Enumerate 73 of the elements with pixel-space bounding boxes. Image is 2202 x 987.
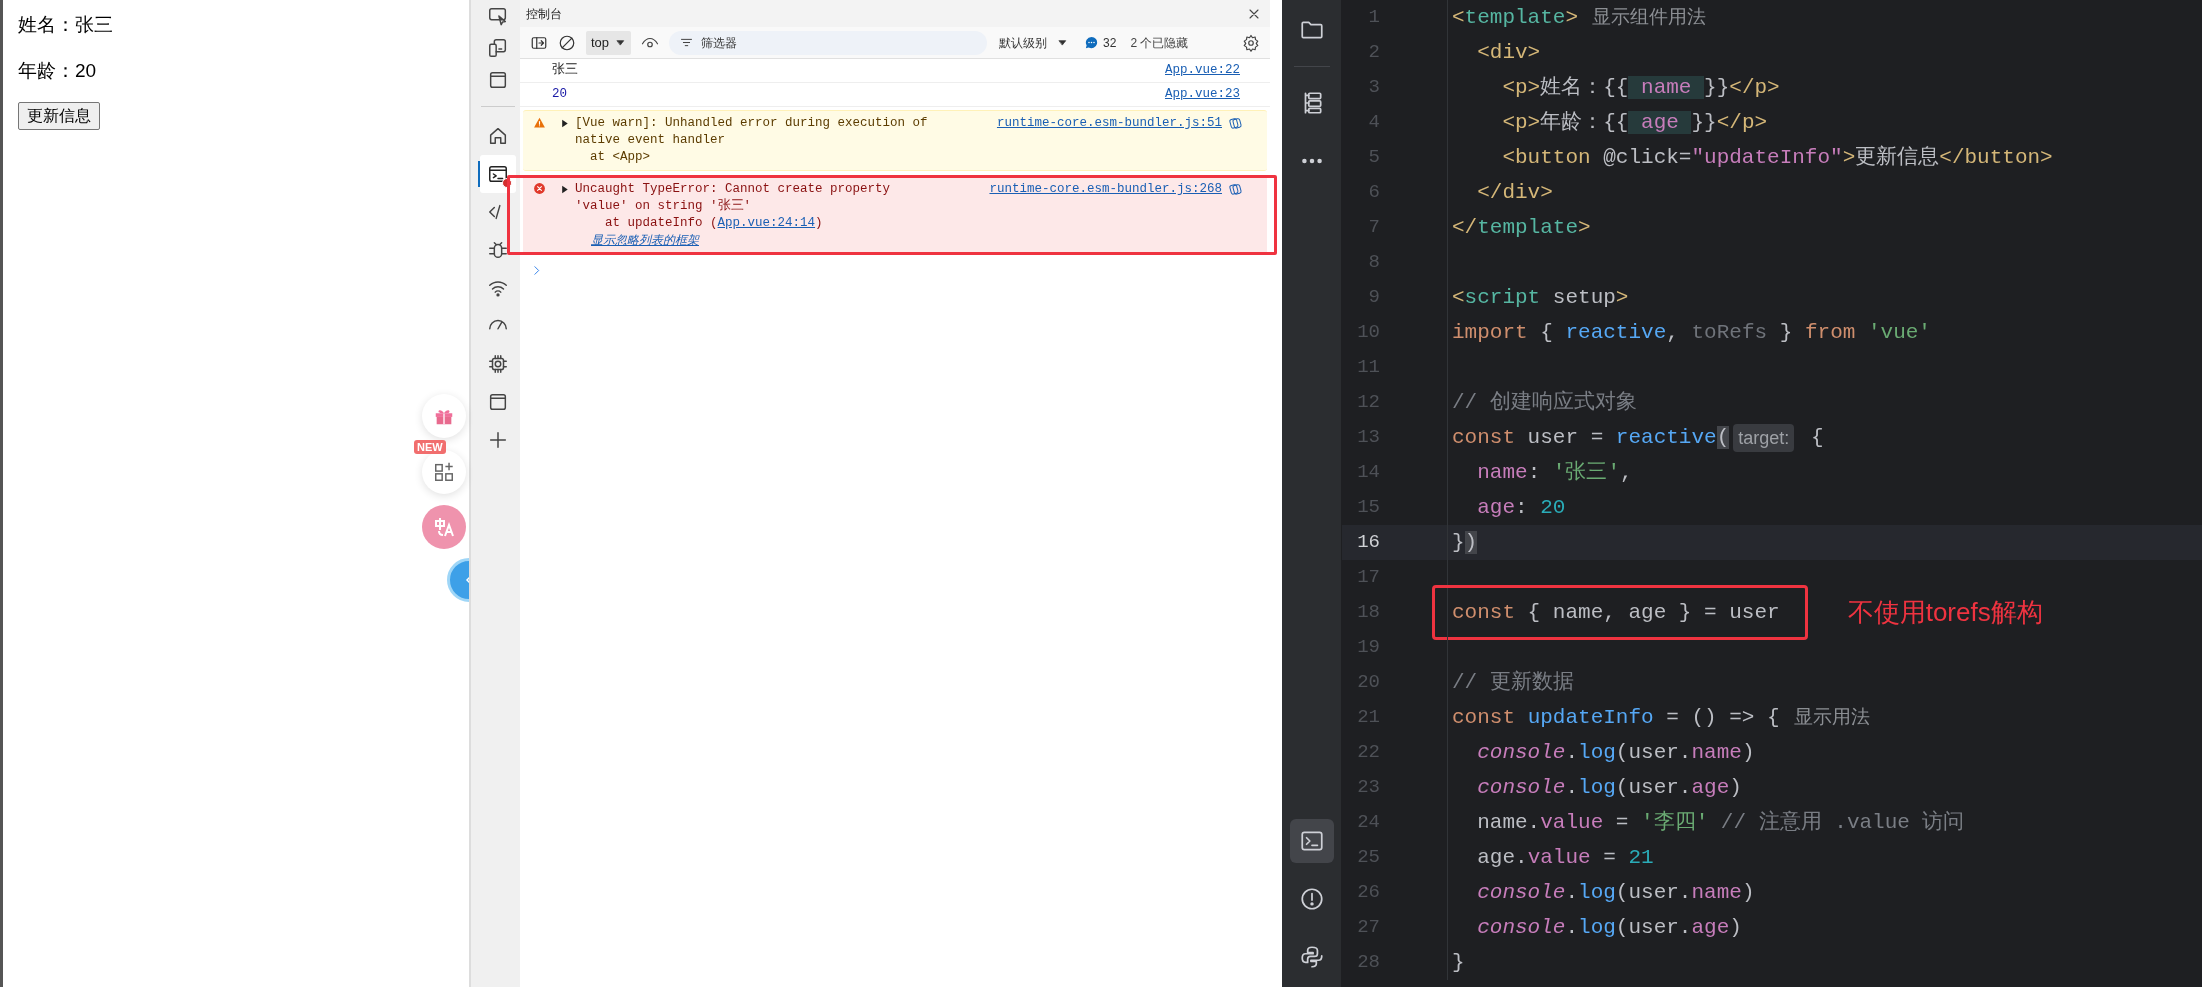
bug-icon[interactable] <box>486 239 509 261</box>
code-text: age.value = 21 <box>1476 844 1654 871</box>
code-text: <script setup> <box>1452 284 1629 311</box>
panel-title: 控制台 <box>526 5 562 23</box>
message-icon <box>1084 35 1100 50</box>
error-icon <box>532 182 546 195</box>
settings-icon[interactable] <box>1242 33 1260 52</box>
code-text: <p>姓名：{{ name }}</p> <box>1501 74 1780 101</box>
update-button[interactable]: 更新信息 <box>18 102 100 130</box>
python-icon[interactable] <box>1298 944 1325 970</box>
apps-icon <box>433 461 455 483</box>
code-text: </div> <box>1476 179 1553 206</box>
translate-icon <box>432 515 456 539</box>
chip-icon[interactable] <box>486 353 509 375</box>
caret-icon <box>1057 37 1069 48</box>
expand-triangle-icon[interactable] <box>559 184 570 195</box>
code-text: import { reactive, toRefs } from 'vue' <box>1452 319 1931 346</box>
source-link[interactable]: App.vue:22 <box>1165 62 1240 79</box>
code-text: }) <box>1452 529 1478 556</box>
floating-apps-button[interactable] <box>422 450 466 494</box>
clear-icon[interactable] <box>558 33 576 52</box>
source-link[interactable]: runtime-core.esm-bundler.js:51 <box>996 115 1222 132</box>
code-text: } <box>1452 949 1465 976</box>
code-text: <template> <box>1452 4 1579 31</box>
expand-triangle-icon[interactable] <box>559 118 570 129</box>
message-text: Uncaught TypeError: Cannot create property 'value' on string '张三' at updateInfo (App.vue:24:14) <box>575 181 891 232</box>
code-text: </template> <box>1452 214 1591 241</box>
inlay-hint: 显示用法 <box>1793 705 1870 730</box>
code-text: // 创建响应式对象 <box>1452 389 1637 416</box>
warning-circle-icon[interactable] <box>1298 886 1325 912</box>
code-text: console.log(user.age) <box>1476 774 1742 801</box>
code-text: age: 20 <box>1476 494 1566 521</box>
message-count: 32 <box>1103 34 1117 52</box>
explain-icon[interactable] <box>1228 116 1243 131</box>
device-icon[interactable] <box>486 37 509 59</box>
inlay-hint: 显示组件用法 <box>1592 5 1707 30</box>
message-text: 20 <box>552 86 567 103</box>
ignore-list-link[interactable]: 显示忽略列表的框架 <box>591 232 699 249</box>
code-text: const { name, age } = user <box>1452 599 1780 626</box>
code-text: console.log(user.name) <box>1476 879 1755 906</box>
code-text: console.log(user.age) <box>1476 914 1742 941</box>
filter-field[interactable]: 筛选器 <box>669 30 988 55</box>
code-text: <p>年龄：{{ age }}</p> <box>1501 109 1768 136</box>
code-text: <button @click="updateInfo">更新信息</button> <box>1501 144 2053 171</box>
source-link[interactable]: App.vue:24:14 <box>717 216 816 230</box>
code-text: const user = reactive( <box>1452 424 1730 451</box>
inspect-icon[interactable] <box>486 5 509 27</box>
source-link[interactable]: runtime-core.esm-bundler.js:268 <box>989 181 1222 198</box>
name-text: 姓名：张三 <box>18 13 113 37</box>
line-number: 16 <box>1356 530 1380 556</box>
code-text: <div> <box>1476 39 1541 66</box>
code-text: // 更新数据 <box>1452 669 1574 696</box>
message-text: 张三 <box>552 62 578 79</box>
code-text: name.value = '李四' // 注意用 .value 访问 <box>1476 809 1965 836</box>
code-text: name: '张三', <box>1476 459 1633 486</box>
console-icon[interactable] <box>486 163 509 185</box>
terminal-icon[interactable] <box>1298 828 1325 854</box>
new-badge: NEW <box>414 440 446 454</box>
message-text: [Vue warn]: Unhandled error during execution of native event handler at <App> <box>575 115 928 166</box>
code-text: console.log(user.name) <box>1476 739 1755 766</box>
code-text: { <box>1809 424 1824 451</box>
parameter-hint: target: <box>1733 423 1795 452</box>
context-dropdown[interactable]: top <box>586 30 632 55</box>
age-text: 年龄：20 <box>18 59 97 83</box>
warning-icon <box>532 116 546 129</box>
source-link[interactable]: App.vue:23 <box>1165 86 1240 103</box>
caret-icon <box>615 37 627 48</box>
hidden-count: 2 个已隐藏 <box>1130 34 1189 52</box>
code-text: const updateInfo = () => { <box>1452 704 1780 731</box>
annotation-text: 不使用torefs解构 <box>1847 596 2043 629</box>
level-dropdown[interactable]: 默认级别 <box>999 33 1069 52</box>
explain-icon[interactable] <box>1228 182 1243 197</box>
floating-gift-button[interactable] <box>422 394 466 438</box>
